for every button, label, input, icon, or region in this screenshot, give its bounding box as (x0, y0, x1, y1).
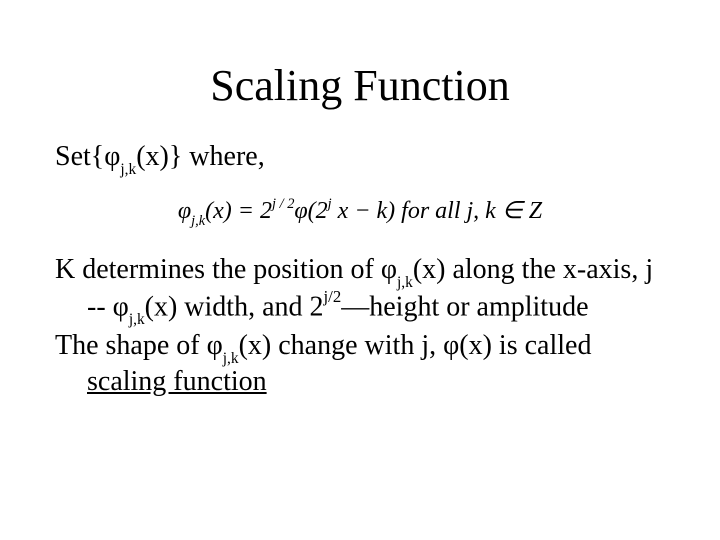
p2-sub1: j,k (223, 350, 239, 367)
slide-body: Set{φj,k(x)} where, φj,k(x) = 2j / 2φ(2j… (55, 141, 665, 398)
formula-open2: (2 (308, 198, 328, 224)
p2-phi2: φ (443, 330, 459, 361)
p1-sup1: j/2 (324, 287, 342, 306)
formula-phi1-sub: j,k (191, 213, 205, 229)
formula-exp1: j / 2 (272, 196, 294, 212)
phi-subscript: j,k (120, 161, 136, 178)
phi-symbol: φ (104, 141, 120, 172)
p1-phi1: φ (381, 254, 397, 285)
formula-tail: x − k) for all j, k ∈ Z (332, 198, 542, 224)
set-prefix: Set{ (55, 141, 104, 172)
p2-t2: (x) change with j, (239, 330, 444, 361)
paragraph-2: The shape of φj,k(x) change with j, φ(x)… (55, 330, 665, 397)
slide: Scaling Function Set{φj,k(x)} where, φj,… (0, 0, 720, 540)
p2-t3: (x) is called (459, 330, 591, 361)
paragraph-1: K determines the position of φj,k(x) alo… (55, 254, 665, 326)
set-definition-line: Set{φj,k(x)} where, (55, 141, 665, 176)
p1-t1: K determines the position of (55, 254, 381, 285)
p1-t4: —height or amplitude (341, 291, 588, 322)
p1-phi2: φ (113, 291, 129, 322)
formula-exp2: j (328, 196, 332, 212)
formula-row: φj,k(x) = 2j / 2φ(2j x − k) for all j, k… (55, 194, 665, 226)
formula-lhs-x: (x) = 2 (205, 198, 272, 224)
formula-phi2: φ (294, 198, 307, 224)
formula: φj,k(x) = 2j / 2φ(2j x − k) for all j, k… (178, 198, 542, 226)
slide-title: Scaling Function (55, 60, 665, 111)
p2-t1: The shape of (55, 330, 207, 361)
p1-sub1: j,k (397, 274, 413, 291)
scaling-function-term: scaling function (87, 366, 267, 397)
p1-t3: (x) width, and 2 (145, 291, 324, 322)
set-suffix: (x)} where, (136, 141, 265, 172)
p2-phi1: φ (207, 330, 223, 361)
formula-phi1: φ (178, 198, 191, 224)
p1-sub2: j,k (129, 311, 145, 328)
